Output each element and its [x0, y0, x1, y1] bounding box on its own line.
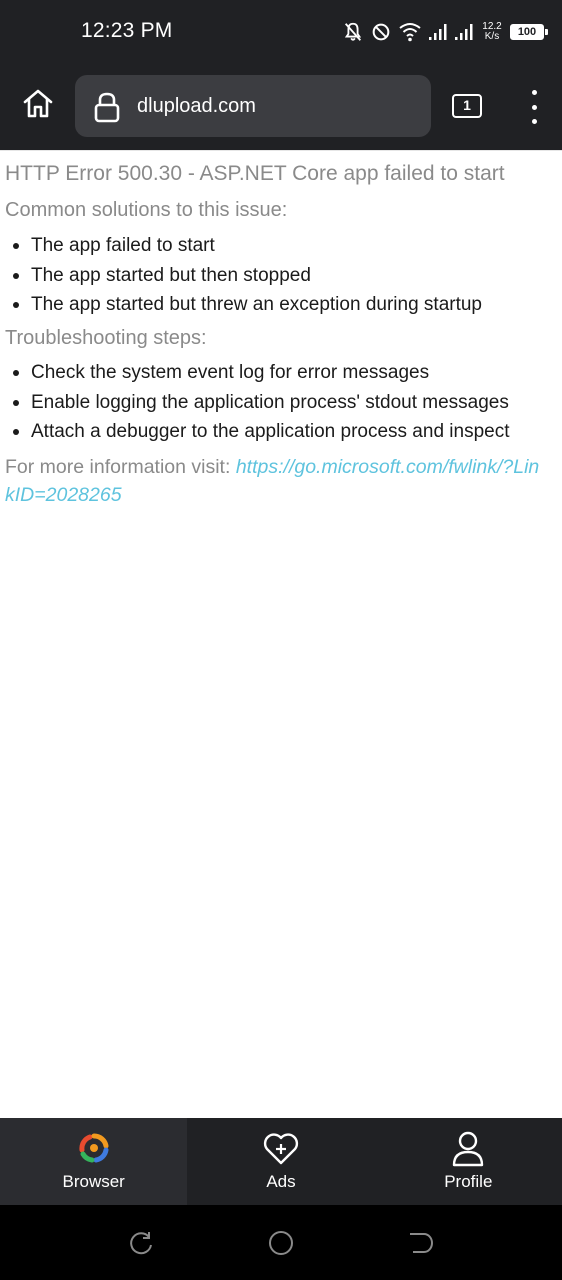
net-speed-unit: K/s [484, 31, 500, 42]
nav-item-ads[interactable]: Ads [187, 1118, 374, 1205]
browser-toolbar: dlupload.com 1 [0, 64, 562, 150]
solutions-list: The app failed to start The app started … [0, 231, 482, 320]
url-text: dlupload.com [137, 95, 256, 117]
list-item: The app failed to start [0, 231, 482, 261]
list-item: Attach a debugger to the application pro… [0, 417, 510, 447]
person-icon [453, 1131, 484, 1167]
troubleshooting-list: Check the system event log for error mes… [0, 358, 510, 447]
recents-icon[interactable] [127, 1229, 155, 1257]
browser-logo-icon [79, 1133, 109, 1163]
bottom-nav: Browser Ads Profile [0, 1118, 562, 1205]
solutions-heading: Common solutions to this issue: [5, 199, 288, 221]
list-item: The app started but threw an exception d… [0, 290, 482, 320]
nav-item-profile[interactable]: Profile [375, 1118, 562, 1205]
page-content: HTTP Error 500.30 - ASP.NET Core app fai… [0, 150, 562, 1119]
troubleshooting-heading: Troubleshooting steps: [5, 327, 207, 349]
status-icons: 12.2 K/s 100 [342, 18, 548, 46]
list-item: The app started but then stopped [0, 261, 482, 291]
nav-item-browser[interactable]: Browser [0, 1118, 188, 1205]
url-bar[interactable]: dlupload.com [75, 75, 431, 137]
wifi-icon [399, 23, 421, 42]
home-circle-icon[interactable] [267, 1229, 295, 1257]
status-time: 12:23 PM [81, 19, 173, 42]
nav-label-browser: Browser [62, 1172, 125, 1191]
list-item: Enable logging the application process' … [0, 388, 510, 418]
home-icon [23, 89, 53, 118]
more-info-prefix: For more information visit: [5, 456, 231, 478]
status-bar: 12:23 PM 12.2 K/s 100 [0, 0, 562, 64]
system-nav-bar [0, 1205, 562, 1280]
heart-plus-icon [263, 1133, 299, 1165]
nav-label-ads: Ads [266, 1172, 296, 1191]
battery-indicator: 100 [510, 24, 548, 40]
back-icon[interactable] [407, 1229, 435, 1257]
bell-off-icon [344, 22, 362, 41]
home-button[interactable] [18, 84, 58, 124]
list-item: Check the system event log for error mes… [0, 358, 510, 388]
more-info: For more information visit: https://go.m… [5, 453, 545, 509]
error-title: HTTP Error 500.30 - ASP.NET Core app fai… [5, 162, 505, 185]
nav-label-profile: Profile [444, 1172, 493, 1191]
net-speed: 12.2 K/s [480, 22, 504, 42]
more-vert-icon[interactable] [524, 90, 544, 124]
tab-switcher-button[interactable]: 1 [452, 94, 482, 118]
signal-icon [429, 24, 447, 40]
lock-icon [94, 92, 120, 123]
signal-icon [455, 24, 473, 40]
do-not-disturb-icon [372, 23, 390, 41]
